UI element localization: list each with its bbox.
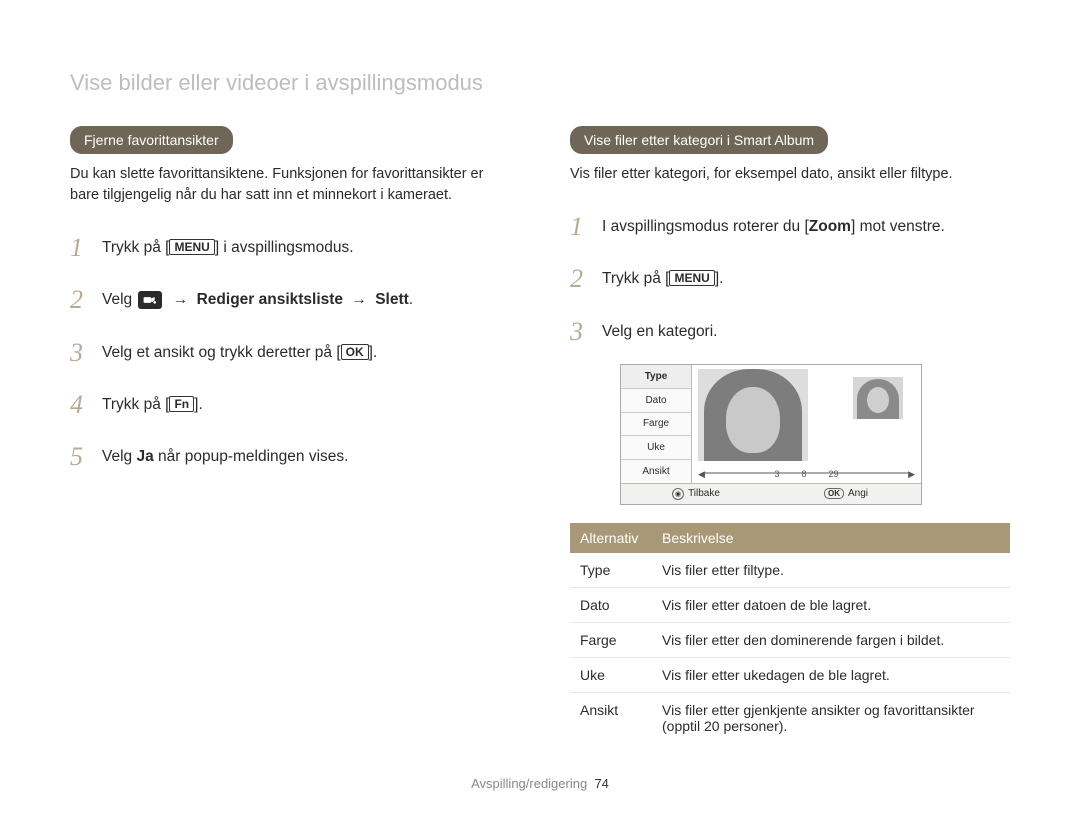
camera-category-menu: Type Dato Farge Uke Ansikt xyxy=(621,365,692,483)
heading-remove-favourite-faces: Fjerne favorittansikter xyxy=(70,126,233,154)
menu-button-label: MENU xyxy=(169,239,214,255)
cam-menu-farge: Farge xyxy=(621,413,691,437)
table-row: AnsiktVis filer etter gjenkjente ansikte… xyxy=(570,692,1010,743)
cam-menu-uke: Uke xyxy=(621,436,691,460)
step-2: 2 Velg → Rediger ansiktsliste → Slett. xyxy=(70,280,510,320)
cam-menu-dato: Dato xyxy=(621,389,691,413)
camera-footer-back: ◉Tilbake xyxy=(621,484,771,504)
menu-button-label: MENU xyxy=(669,270,714,286)
step-3: 3 Velg et ansikt og trykk deretter på [O… xyxy=(70,333,510,373)
camera-footer-set: OKAngi xyxy=(771,484,921,504)
thumbnail-large xyxy=(698,369,808,461)
section-title: Vise bilder eller videoer i avspillingsm… xyxy=(70,70,1010,96)
step-r1: 1 I avspillingsmodus roterer du [Zoom] m… xyxy=(570,207,1010,247)
fn-button-label: Fn xyxy=(169,396,194,412)
page-footer: Avspilling/redigering 74 xyxy=(0,776,1080,791)
settings-gear-icon xyxy=(138,291,162,309)
heading-smart-album: Vise filer etter kategori i Smart Album xyxy=(570,126,828,154)
th-alternativ: Alternativ xyxy=(570,523,652,553)
table-row: FargeVis filer etter den dominerende far… xyxy=(570,622,1010,657)
table-row: DatoVis filer etter datoen de ble lagret… xyxy=(570,587,1010,622)
thumbnail-small xyxy=(853,377,903,419)
cam-menu-type: Type xyxy=(621,365,691,389)
options-table: Alternativ Beskrivelse TypeVis filer ett… xyxy=(570,523,1010,743)
camera-screen-illustration: Type Dato Farge Uke Ansikt xyxy=(620,364,922,505)
step-r2: 2 Trykk på [MENU]. xyxy=(570,259,1010,299)
step-1: 1 Trykk på [MENU] i avspillingsmodus. xyxy=(70,228,510,268)
step-5: 5 Velg Ja når popup-meldingen vises. xyxy=(70,437,510,477)
th-beskrivelse: Beskrivelse xyxy=(652,523,1010,553)
intro-left: Du kan slette favorittansiktene. Funksjo… xyxy=(70,164,510,206)
intro-right: Vis filer etter kategori, for eksempel d… xyxy=(570,164,1010,185)
cam-menu-ansikt: Ansikt xyxy=(621,460,691,483)
table-row: TypeVis filer etter filtype. xyxy=(570,553,1010,588)
ok-button-label: OK xyxy=(341,344,369,360)
step-r3: 3 Velg en kategori. xyxy=(570,312,1010,352)
camera-scroll-labels: ◀ 3 8 29 ▶ xyxy=(692,469,921,479)
step-4: 4 Trykk på [Fn]. xyxy=(70,385,510,425)
table-row: UkeVis filer etter ukedagen de ble lagre… xyxy=(570,657,1010,692)
